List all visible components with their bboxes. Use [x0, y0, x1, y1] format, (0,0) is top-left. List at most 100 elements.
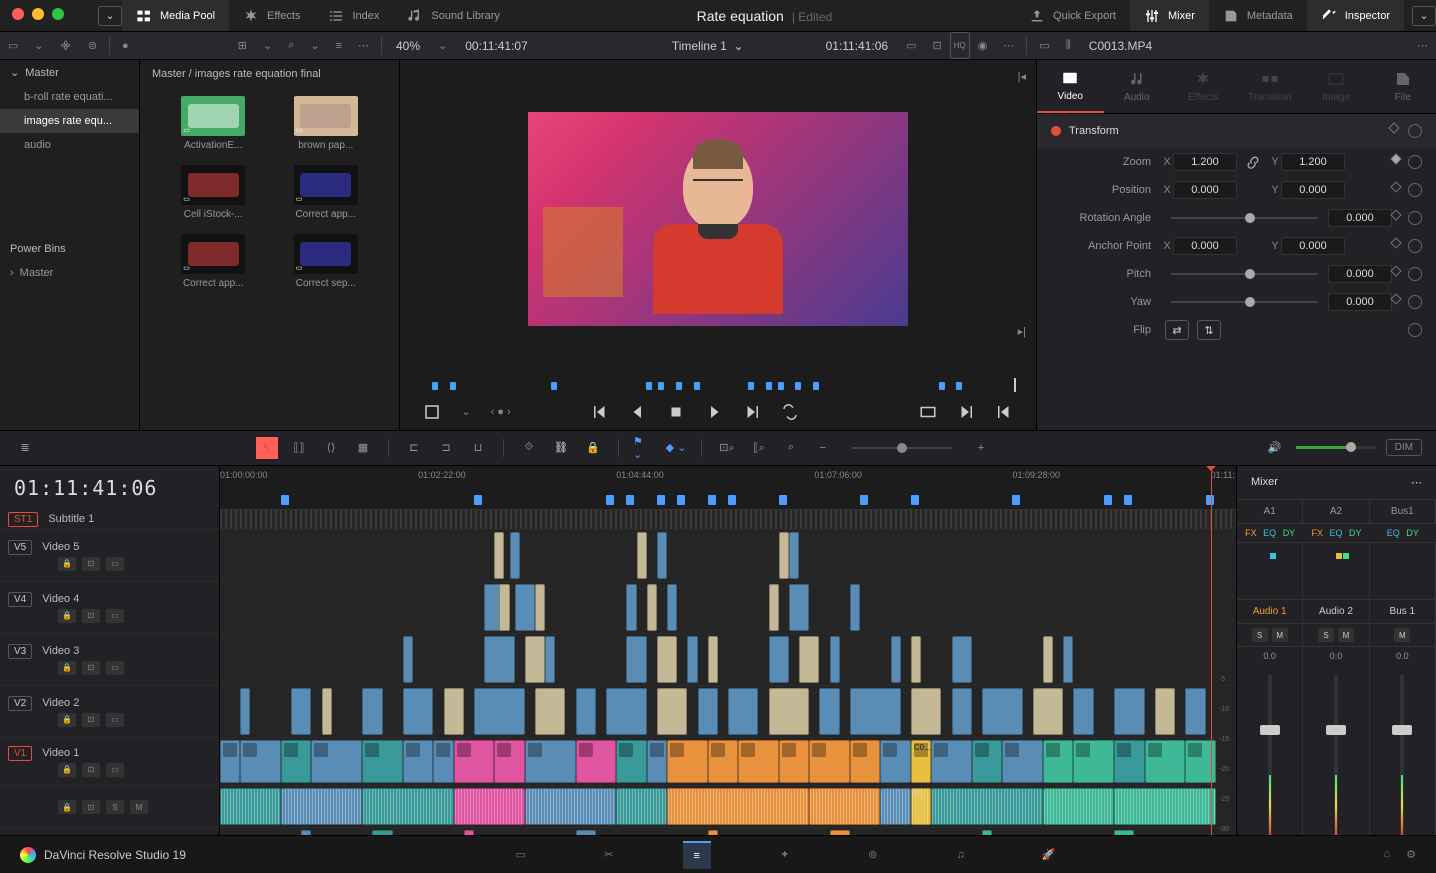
media-thumb[interactable]: ▭ActivationE... — [164, 96, 263, 151]
selection-tool[interactable]: ↖ — [256, 437, 278, 459]
zoom-full[interactable]: ⊡⌕ — [716, 437, 738, 459]
match-frame-button[interactable] — [919, 403, 937, 421]
lock-icon[interactable]: 🔒 — [58, 800, 76, 814]
audio-track-a1-header[interactable]: 🔒 ⊡ SM — [0, 786, 219, 828]
timeline-selector[interactable]: Timeline 1 ⌄ — [662, 39, 754, 53]
timeline-zoom-slider[interactable] — [852, 447, 952, 449]
view-menu[interactable]: ⌄ — [255, 32, 280, 59]
viewer-mode2[interactable]: ⊡ — [924, 32, 949, 59]
fader-bus1[interactable] — [1370, 665, 1436, 835]
flag-menu[interactable]: ⚑ ⌄ — [633, 437, 655, 459]
edit-page[interactable]: ≡ — [683, 841, 711, 869]
crop-tool[interactable] — [423, 403, 441, 421]
solo-button[interactable]: S — [106, 800, 124, 814]
dynamic-trim-tool[interactable]: ⟨⟩ — [320, 437, 342, 459]
mute-button[interactable]: M — [130, 800, 148, 814]
cut-page[interactable]: ✂ — [595, 841, 623, 869]
thumbnail-view[interactable]: ⊞ — [230, 32, 255, 59]
home-icon[interactable]: ⌂ — [1383, 848, 1390, 861]
workspace-menu[interactable]: ⌄ — [98, 6, 122, 26]
speaker-icon[interactable]: 🔊 — [1264, 437, 1286, 459]
next-frame-button[interactable] — [743, 403, 761, 421]
sound-library-toggle[interactable]: Sound Library — [393, 0, 514, 31]
position-x-input[interactable] — [1173, 181, 1237, 199]
replace-clip[interactable]: ⊔ — [467, 437, 489, 459]
media-page[interactable]: ▭ — [507, 841, 535, 869]
quick-export-button[interactable]: Quick Export — [1015, 0, 1130, 31]
link-icon[interactable]: ᯽ — [52, 32, 80, 59]
search-menu[interactable]: ⌄ — [302, 32, 327, 59]
rotation-input[interactable] — [1328, 209, 1392, 227]
metadata-toggle[interactable]: Metadata — [1209, 0, 1307, 31]
mixer-tab-A2[interactable]: A2 — [1303, 500, 1369, 523]
mixer-more[interactable]: ⋯ — [1411, 476, 1422, 489]
chat-icon[interactable]: ⊜ — [80, 32, 105, 59]
close-window[interactable] — [12, 8, 24, 20]
zoom-menu[interactable]: ⌄ — [430, 32, 455, 59]
record-dot[interactable]: ● — [114, 32, 137, 59]
inspector-toggle[interactable]: Inspector — [1307, 0, 1404, 31]
prev-frame-button[interactable] — [629, 403, 647, 421]
media-thumb[interactable]: ▭Correct app... — [277, 165, 376, 220]
hq-badge[interactable]: HQ — [950, 32, 970, 59]
track-header-V3[interactable]: V3Video 3🔒⊡▭ — [0, 634, 219, 686]
nav-dots[interactable]: ‹ ● › — [491, 406, 511, 418]
index-toggle[interactable]: Index — [314, 0, 393, 31]
tab-image[interactable]: Image — [1303, 60, 1370, 113]
zoom-custom[interactable]: ⌕ — [780, 437, 802, 459]
power-master[interactable]: › Master — [0, 261, 139, 285]
fader-a2[interactable] — [1303, 665, 1369, 835]
tab-audio[interactable]: Audio — [1104, 60, 1171, 113]
enable-dot[interactable] — [1051, 126, 1061, 136]
play-button[interactable] — [705, 403, 723, 421]
color-wheel-icon[interactable]: ◉ — [970, 32, 996, 59]
fusion-page[interactable]: ✦ — [771, 841, 799, 869]
sync-icon[interactable]: ⊡ — [82, 800, 100, 814]
position-lock[interactable]: 🔒 — [582, 437, 604, 459]
effects-toggle[interactable]: Effects — [229, 0, 314, 31]
rotation-slider[interactable] — [1171, 217, 1318, 219]
track-header-V1[interactable]: V1Video 1🔒⊡▭ — [0, 738, 219, 786]
track-header-V2[interactable]: V2Video 2🔒⊡▭ — [0, 686, 219, 738]
fairlight-page[interactable]: ♫ — [947, 841, 975, 869]
tab-effects[interactable]: Effects — [1170, 60, 1237, 113]
flip-h-button[interactable]: ⇄ — [1165, 320, 1189, 340]
viewer-marks[interactable] — [420, 378, 1016, 394]
pitch-input[interactable] — [1328, 265, 1392, 283]
insert-clip[interactable]: ⊏ — [403, 437, 425, 459]
anchor-y-input[interactable] — [1281, 237, 1345, 255]
search-icon[interactable]: ⌕ — [280, 32, 302, 59]
dim-button[interactable]: DIM — [1386, 439, 1422, 456]
anchor-x-input[interactable] — [1173, 237, 1237, 255]
layout-menu[interactable]: ⌄ — [26, 32, 51, 59]
volume-slider[interactable] — [1296, 446, 1376, 449]
fader-a1[interactable]: -5-10-15-20-25-30 — [1237, 665, 1303, 835]
media-thumb[interactable]: ▭brown pap... — [277, 96, 376, 151]
trim-tool[interactable]: ⟦⟧ — [288, 437, 310, 459]
sort-icon[interactable]: ≡ — [328, 32, 350, 59]
media-thumb[interactable]: ▭Correct sep... — [277, 234, 376, 289]
minimize-window[interactable] — [32, 8, 44, 20]
crop-menu[interactable]: ⌄ — [461, 405, 470, 418]
clip-view-icon[interactable]: ▭ — [1031, 32, 1057, 59]
bin-item-1[interactable]: images rate equ... — [0, 109, 139, 133]
stop-button[interactable] — [667, 403, 685, 421]
prev-clip-icon[interactable]: |◂ — [1018, 70, 1026, 83]
zoom-percent[interactable]: 40% — [386, 39, 430, 53]
inspector-menu[interactable]: ⌄ — [1412, 6, 1436, 26]
tab-video[interactable]: Video — [1037, 60, 1104, 113]
track-header-V5[interactable]: V5Video 5🔒⊡▭ — [0, 530, 219, 582]
playhead[interactable] — [1211, 466, 1212, 836]
media-thumb[interactable]: ▭Correct app... — [164, 234, 263, 289]
go-prev-button[interactable] — [995, 403, 1013, 421]
mixer-tab-A1[interactable]: A1 — [1237, 500, 1303, 523]
timeline-view-options[interactable]: ≣ — [14, 437, 36, 459]
link-icon[interactable] — [1245, 154, 1261, 170]
media-thumb[interactable]: ▭Cell iStock-... — [164, 165, 263, 220]
first-frame-button[interactable] — [591, 403, 609, 421]
linked-selection[interactable]: ⛓ — [550, 437, 572, 459]
transform-section[interactable]: Transform — [1037, 114, 1436, 148]
blade-tool[interactable]: ▦ — [352, 437, 374, 459]
zoom-detail[interactable]: ⟦⌕ — [748, 437, 770, 459]
inspector-more[interactable]: ⋯ — [1409, 32, 1436, 59]
